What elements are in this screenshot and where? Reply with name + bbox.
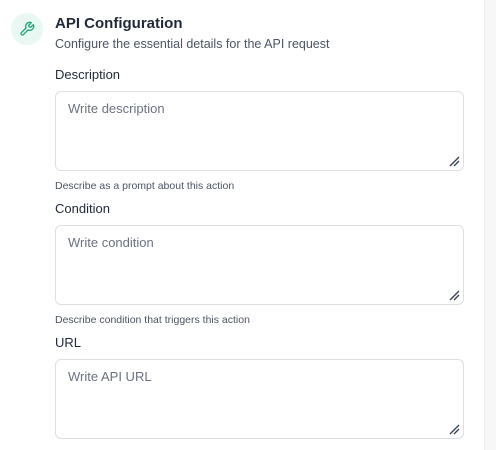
condition-label: Condition xyxy=(55,201,110,216)
description-field-box xyxy=(55,91,464,171)
section-subtitle: Configure the essential details for the … xyxy=(55,37,330,51)
url-field-box xyxy=(55,359,464,439)
description-label: Description xyxy=(55,67,121,82)
vertical-scrollbar[interactable] xyxy=(484,0,496,450)
url-input[interactable] xyxy=(56,360,463,438)
url-label: URL xyxy=(55,335,82,350)
description-input[interactable] xyxy=(56,92,463,170)
resize-handle-icon[interactable] xyxy=(448,289,460,301)
resize-handle-icon[interactable] xyxy=(448,423,460,435)
wrench-icon xyxy=(11,13,43,45)
condition-hint: Describe condition that triggers this ac… xyxy=(55,314,250,326)
section-title: API Configuration xyxy=(55,15,183,32)
condition-field-box xyxy=(55,225,464,305)
description-hint: Describe as a prompt about this action xyxy=(55,180,235,192)
condition-input[interactable] xyxy=(56,226,463,304)
resize-handle-icon[interactable] xyxy=(448,155,460,167)
api-configuration-panel: API Configuration Configure the essentia… xyxy=(0,0,484,450)
